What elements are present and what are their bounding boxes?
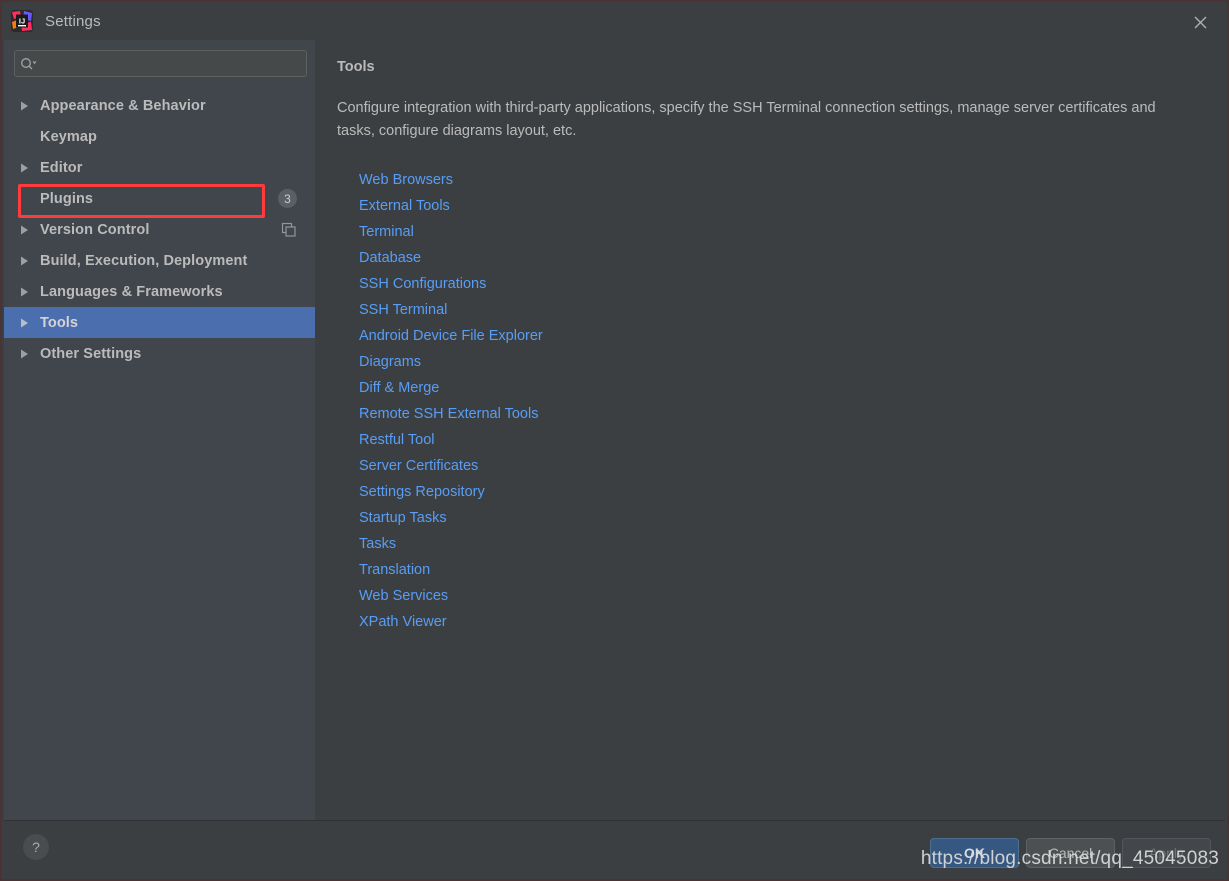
search-input[interactable] xyxy=(41,56,298,71)
link-external-tools[interactable]: External Tools xyxy=(359,193,450,219)
link-ssh-configurations[interactable]: SSH Configurations xyxy=(359,271,486,297)
ok-button[interactable]: OK xyxy=(930,838,1019,868)
intellij-idea-icon: IJ xyxy=(11,10,33,32)
search-field[interactable] xyxy=(14,50,307,77)
sidebar-item-appearance-behavior[interactable]: Appearance & Behavior xyxy=(4,90,315,121)
link-terminal[interactable]: Terminal xyxy=(359,219,414,245)
sidebar-item-label: Other Settings xyxy=(40,345,142,362)
tools-subsection-links: Web Browsers External Tools Terminal Dat… xyxy=(337,167,1201,635)
sidebar-item-languages-frameworks[interactable]: Languages & Frameworks xyxy=(4,276,315,307)
plugins-update-badge: 3 xyxy=(278,189,297,208)
link-web-browsers[interactable]: Web Browsers xyxy=(359,167,453,193)
link-ssh-terminal[interactable]: SSH Terminal xyxy=(359,297,447,323)
window-title: Settings xyxy=(45,12,101,30)
chevron-right-icon[interactable] xyxy=(20,256,40,266)
search-icon xyxy=(15,57,41,70)
dialog-footer: ? OK Cancel Apply xyxy=(4,821,1225,877)
title-bar: IJ Settings xyxy=(2,2,1227,40)
sidebar-item-other-settings[interactable]: Other Settings xyxy=(4,338,315,369)
link-xpath-viewer[interactable]: XPath Viewer xyxy=(359,609,447,635)
sidebar-item-build-execution-deployment[interactable]: Build, Execution, Deployment xyxy=(4,245,315,276)
sidebar-item-label: Appearance & Behavior xyxy=(40,97,206,114)
sidebar-item-label: Editor xyxy=(40,159,83,176)
sidebar-item-label: Languages & Frameworks xyxy=(40,283,223,300)
question-mark-icon: ? xyxy=(32,839,40,855)
sidebar-item-version-control[interactable]: Version Control xyxy=(4,214,315,245)
link-diff-merge[interactable]: Diff & Merge xyxy=(359,375,439,401)
apply-button: Apply xyxy=(1122,838,1211,868)
sidebar-item-label: Tools xyxy=(40,314,79,331)
page-title: Tools xyxy=(337,59,375,75)
sidebar-item-label: Version Control xyxy=(40,221,150,238)
sidebar-item-label: Build, Execution, Deployment xyxy=(40,252,248,269)
svg-text:IJ: IJ xyxy=(19,17,25,26)
close-icon[interactable] xyxy=(1187,9,1213,35)
sidebar-item-tools[interactable]: Tools xyxy=(4,307,315,338)
page-description: Configure integration with third-party a… xyxy=(337,100,1156,139)
settings-sidebar: Appearance & Behavior Keymap Editor Plug… xyxy=(4,40,315,820)
chevron-right-icon[interactable] xyxy=(20,163,40,173)
link-database[interactable]: Database xyxy=(359,245,421,271)
chevron-right-icon[interactable] xyxy=(20,225,40,235)
tools-settings-panel: Tools Configure integration with third-p… xyxy=(315,40,1225,820)
link-tasks[interactable]: Tasks xyxy=(359,531,396,557)
link-restful-tool[interactable]: Restful Tool xyxy=(359,427,435,453)
settings-tree: Appearance & Behavior Keymap Editor Plug… xyxy=(4,90,315,369)
sidebar-item-plugins[interactable]: Plugins 3 xyxy=(4,183,315,214)
link-startup-tasks[interactable]: Startup Tasks xyxy=(359,505,447,531)
sidebar-item-editor[interactable]: Editor xyxy=(4,152,315,183)
chevron-right-icon[interactable] xyxy=(20,101,40,111)
link-web-services[interactable]: Web Services xyxy=(359,583,448,609)
copy-icon xyxy=(281,222,297,238)
sidebar-item-label: Keymap xyxy=(40,128,98,145)
link-settings-repository[interactable]: Settings Repository xyxy=(359,479,485,505)
chevron-right-icon[interactable] xyxy=(20,318,40,328)
cancel-button[interactable]: Cancel xyxy=(1026,838,1115,868)
link-server-certificates[interactable]: Server Certificates xyxy=(359,453,478,479)
settings-dialog: IJ Settings Appearance & Behavior Keymap… xyxy=(0,0,1229,881)
chevron-right-icon[interactable] xyxy=(20,287,40,297)
chevron-right-icon[interactable] xyxy=(20,349,40,359)
help-button[interactable]: ? xyxy=(23,834,49,860)
dialog-button-row: OK Cancel Apply xyxy=(930,838,1211,868)
link-remote-ssh-external-tools[interactable]: Remote SSH External Tools xyxy=(359,401,538,427)
link-android-device-file-explorer[interactable]: Android Device File Explorer xyxy=(359,323,543,349)
link-diagrams[interactable]: Diagrams xyxy=(359,349,421,375)
sidebar-item-label: Plugins xyxy=(40,190,94,207)
link-translation[interactable]: Translation xyxy=(359,557,430,583)
sidebar-item-keymap[interactable]: Keymap xyxy=(4,121,315,152)
